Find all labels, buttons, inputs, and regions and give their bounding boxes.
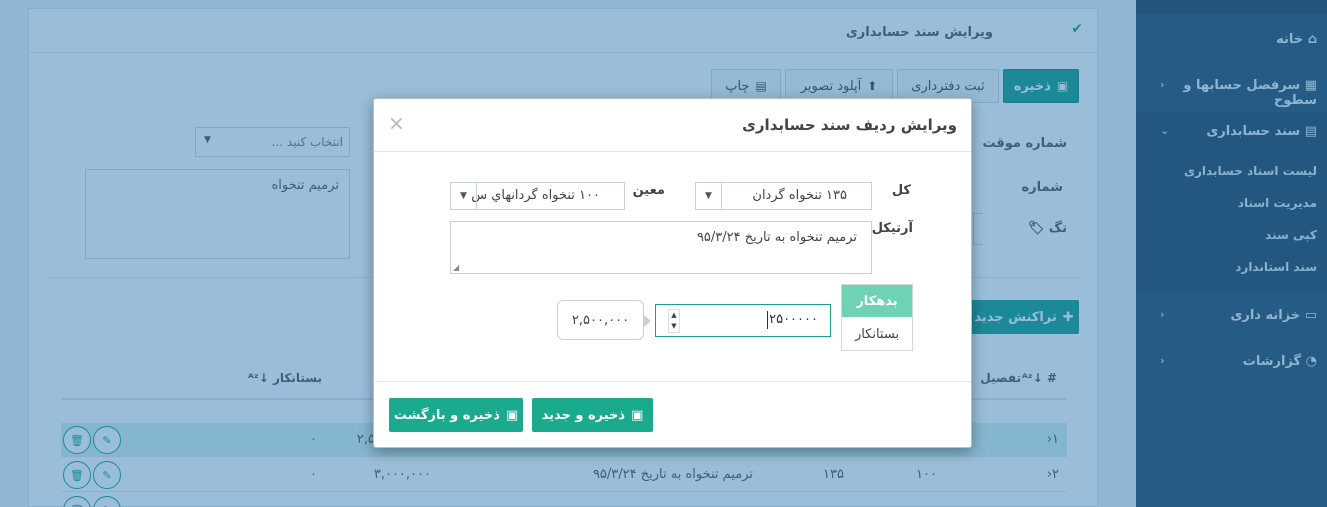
kol-label: کل bbox=[891, 183, 911, 198]
article-text: ترمیم تنخواه به تاریخ ۹۵/۳/۲۴ bbox=[696, 230, 857, 245]
chevron-down-icon: ▼ bbox=[451, 183, 477, 209]
kol-select[interactable]: ۱۳۵ تنخواه گردان ▼ bbox=[695, 182, 872, 210]
article-textarea[interactable]: ترمیم تنخواه به تاریخ ۹۵/۳/۲۴ ◢ bbox=[450, 221, 872, 274]
modal-title: ویرایش ردیف سند حسابداری bbox=[742, 116, 957, 134]
floppy-icon: ▣ bbox=[631, 407, 644, 423]
debit-credit-toggle: بدهکار بستانکار bbox=[841, 284, 913, 351]
save-and-new-label: ذخیره و جدید bbox=[541, 407, 626, 423]
save-and-new-button[interactable]: ▣ ذخیره و جدید bbox=[532, 398, 653, 432]
amount-value: ۲۵۰۰۰۰۰ bbox=[769, 312, 818, 327]
kol-select-value: ۱۳۵ تنخواه گردان bbox=[752, 188, 847, 203]
moein-label: معین bbox=[632, 183, 665, 198]
resize-handle-icon[interactable]: ◢ bbox=[453, 263, 459, 272]
credit-option[interactable]: بستانکار bbox=[842, 318, 912, 350]
save-and-return-label: ذخیره و بازگشت bbox=[393, 407, 500, 423]
debit-option[interactable]: بدهکار bbox=[842, 285, 912, 317]
chevron-down-icon: ▼ bbox=[696, 183, 722, 209]
text-caret bbox=[767, 311, 768, 329]
save-and-return-button[interactable]: ▣ ذخیره و بازگشت bbox=[389, 398, 523, 432]
moein-select[interactable]: ۱۰۰ تنخواه گردانهاي س ▼ bbox=[450, 182, 625, 210]
moein-select-value: ۱۰۰ تنخواه گردانهاي س bbox=[471, 188, 600, 203]
amount-input[interactable]: ۲۵۰۰۰۰۰ ▲ ▼ bbox=[655, 304, 831, 337]
article-label: آرتیکل bbox=[871, 221, 913, 236]
modal-footer-divider bbox=[374, 381, 971, 382]
floppy-icon: ▣ bbox=[505, 407, 519, 423]
amount-format-tooltip: ۲,۵۰۰,۰۰۰ bbox=[557, 300, 651, 340]
number-spinner[interactable]: ▲ ▼ bbox=[668, 309, 680, 333]
modal-header-divider bbox=[374, 151, 971, 152]
edit-voucher-row-modal: ویرایش ردیف سند حسابداری × کل ۱۳۵ تنخواه… bbox=[373, 98, 972, 448]
close-icon[interactable]: × bbox=[388, 111, 405, 135]
amount-formatted-text: ۲,۵۰۰,۰۰۰ bbox=[571, 312, 630, 328]
